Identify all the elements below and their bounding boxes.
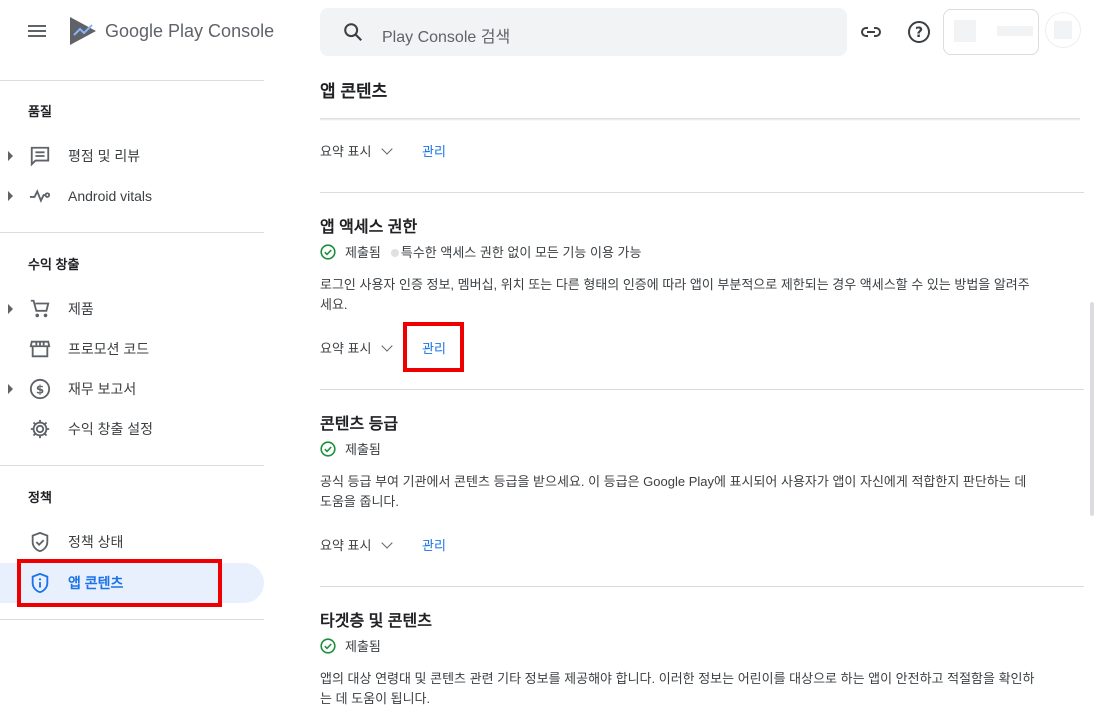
status-text: 제출됨 (345, 245, 381, 260)
chevron-down-icon (381, 142, 394, 155)
summary-toggle[interactable]: 요약 표시 (320, 535, 394, 554)
expand-caret-icon[interactable] (8, 191, 13, 201)
search-bar[interactable]: Play Console 검색 (320, 8, 847, 56)
sidebar-item-ratings-reviews[interactable]: 평점 및 리뷰 (0, 136, 264, 176)
sidebar-item-policy-status[interactable]: 정책 상태 (0, 522, 264, 562)
dollar-icon: $ (28, 377, 52, 401)
section-title-content-rating: 콘텐츠 등급 (320, 416, 399, 433)
svg-text:$: $ (36, 383, 44, 397)
section-divider (320, 192, 1084, 193)
separator-dot (390, 248, 399, 257)
section-divider (320, 389, 1084, 390)
description-line: 는 데 도움이 됩니다. (320, 691, 431, 706)
expand-caret-icon[interactable] (8, 151, 13, 161)
expand-caret-icon[interactable] (8, 304, 13, 314)
section-description: 앱의 대상 연령대 및 콘텐츠 관련 기타 정보를 제공해야 합니다. 이러한 … (320, 669, 1060, 709)
chevron-down-icon (381, 339, 394, 352)
avatar[interactable] (1045, 12, 1081, 48)
manage-link-content-rating[interactable]: 관리 (422, 535, 446, 554)
section-divider (320, 586, 1084, 587)
sidebar-item-financial-reports[interactable]: $ 재무 보고서 (0, 369, 264, 409)
sidebar-divider (0, 232, 264, 233)
sidebar-item-label: 프로모션 코드 (68, 341, 150, 357)
sidebar-divider (0, 465, 264, 466)
help-icon[interactable]: ? (907, 20, 931, 44)
check-circle-icon (320, 243, 336, 260)
status-note: 특수한 액세스 권한 없이 모든 기능 이용 가능 (400, 245, 642, 260)
sidebar-divider (0, 80, 264, 81)
check-circle-icon (320, 637, 336, 654)
sidebar-item-products[interactable]: 제품 (0, 289, 264, 329)
section-description: 로그인 사용자 인증 정보, 멤버십, 위치 또는 다른 형태의 인증에 따라 … (320, 275, 1060, 315)
hamburger-menu-icon[interactable] (28, 22, 52, 42)
description-line: 공식 등급 부여 기관에서 콘텐츠 등급을 받으세요. 이 등급은 Google… (320, 474, 1027, 489)
check-circle-icon (320, 440, 336, 457)
summary-toggle[interactable]: 요약 표시 (320, 141, 394, 160)
description-line: 로그인 사용자 인증 정보, 멤버십, 위치 또는 다른 형태의 인증에 따라 … (320, 277, 1030, 292)
description-line: 세요. (320, 297, 348, 312)
sidebar-item-label: 수익 창출 설정 (68, 421, 154, 437)
sidebar-item-label: 평점 및 리뷰 (68, 148, 141, 164)
sidebar: Google Play Console 품질 평점 및 리뷰 Android v… (0, 0, 274, 720)
summary-toggle-label: 요약 표시 (320, 538, 372, 553)
developer-name-placeholder (997, 26, 1033, 36)
page-title: 앱 콘텐츠 (320, 82, 388, 101)
play-console-logo-icon (70, 17, 96, 45)
status-row: 제출됨 (320, 439, 381, 458)
description-line: 도움을 줍니다. (320, 494, 399, 509)
sidebar-item-monetization-settings[interactable]: 수익 창출 설정 (0, 409, 264, 449)
account-switcher[interactable] (943, 9, 1039, 55)
summary-toggle-label: 요약 표시 (320, 144, 372, 159)
gear-icon (28, 417, 52, 441)
section-description: 공식 등급 부여 기관에서 콘텐츠 등급을 받으세요. 이 등급은 Google… (320, 472, 1060, 512)
expand-caret-icon[interactable] (8, 384, 13, 394)
sidebar-item-label: 재무 보고서 (68, 381, 137, 397)
description-line: 앱의 대상 연령대 및 콘텐츠 관련 기타 정보를 제공해야 합니다. 이러한 … (320, 671, 1035, 686)
highlight-box (403, 322, 464, 372)
review-icon (28, 144, 52, 168)
section-title-monetization: 수익 창출 (28, 257, 80, 272)
search-input[interactable]: Play Console 검색 (382, 23, 510, 47)
summary-toggle-label: 요약 표시 (320, 341, 372, 356)
chevron-down-icon (381, 536, 394, 549)
sidebar-item-label: 제품 (68, 301, 94, 317)
manage-link[interactable]: 관리 (422, 141, 446, 160)
sidebar-item-label: 정책 상태 (68, 534, 124, 550)
section-title-policy: 정책 (28, 490, 52, 505)
status-text: 제출됨 (345, 639, 381, 654)
sidebar-header: Google Play Console (0, 0, 274, 64)
shield-check-icon (28, 530, 52, 554)
link-icon[interactable] (859, 20, 883, 44)
section-title-app-access: 앱 액세스 권한 (320, 219, 418, 236)
developer-avatar (954, 20, 976, 42)
svg-text:?: ? (915, 25, 923, 41)
status-row: 제출됨 특수한 액세스 권한 없이 모든 기능 이용 가능 (320, 242, 641, 261)
store-icon (28, 337, 52, 361)
sidebar-item-promo-codes[interactable]: 프로모션 코드 (0, 329, 264, 369)
status-text: 제출됨 (345, 442, 381, 457)
summary-toggle[interactable]: 요약 표시 (320, 338, 394, 357)
sidebar-divider (0, 619, 264, 620)
status-row: 제출됨 (320, 636, 381, 655)
header-shadow (320, 118, 1080, 121)
logo-text: Google Play Console (105, 21, 275, 41)
section-title-quality: 품질 (28, 104, 52, 119)
vitals-icon (28, 184, 52, 208)
scrollbar[interactable] (1090, 302, 1094, 516)
sidebar-item-android-vitals[interactable]: Android vitals (0, 176, 264, 216)
search-icon (344, 23, 363, 42)
cart-icon (28, 297, 52, 321)
sidebar-item-label: Android vitals (68, 188, 153, 204)
highlight-box (17, 559, 222, 607)
section-title-target-audience: 타겟층 및 콘텐츠 (320, 613, 432, 630)
